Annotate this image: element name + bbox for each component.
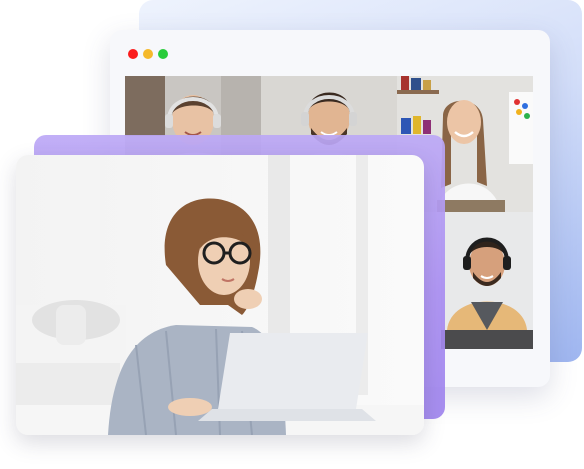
participant-tile-man-headset-2[interactable]	[441, 212, 533, 349]
close-window-button[interactable]	[128, 49, 138, 59]
maximize-window-button[interactable]	[158, 49, 168, 59]
participant-man-headset-2-image	[441, 212, 533, 349]
woman-with-laptop-image	[16, 155, 424, 435]
main-participant-view[interactable]	[16, 155, 424, 435]
minimize-window-button[interactable]	[143, 49, 153, 59]
